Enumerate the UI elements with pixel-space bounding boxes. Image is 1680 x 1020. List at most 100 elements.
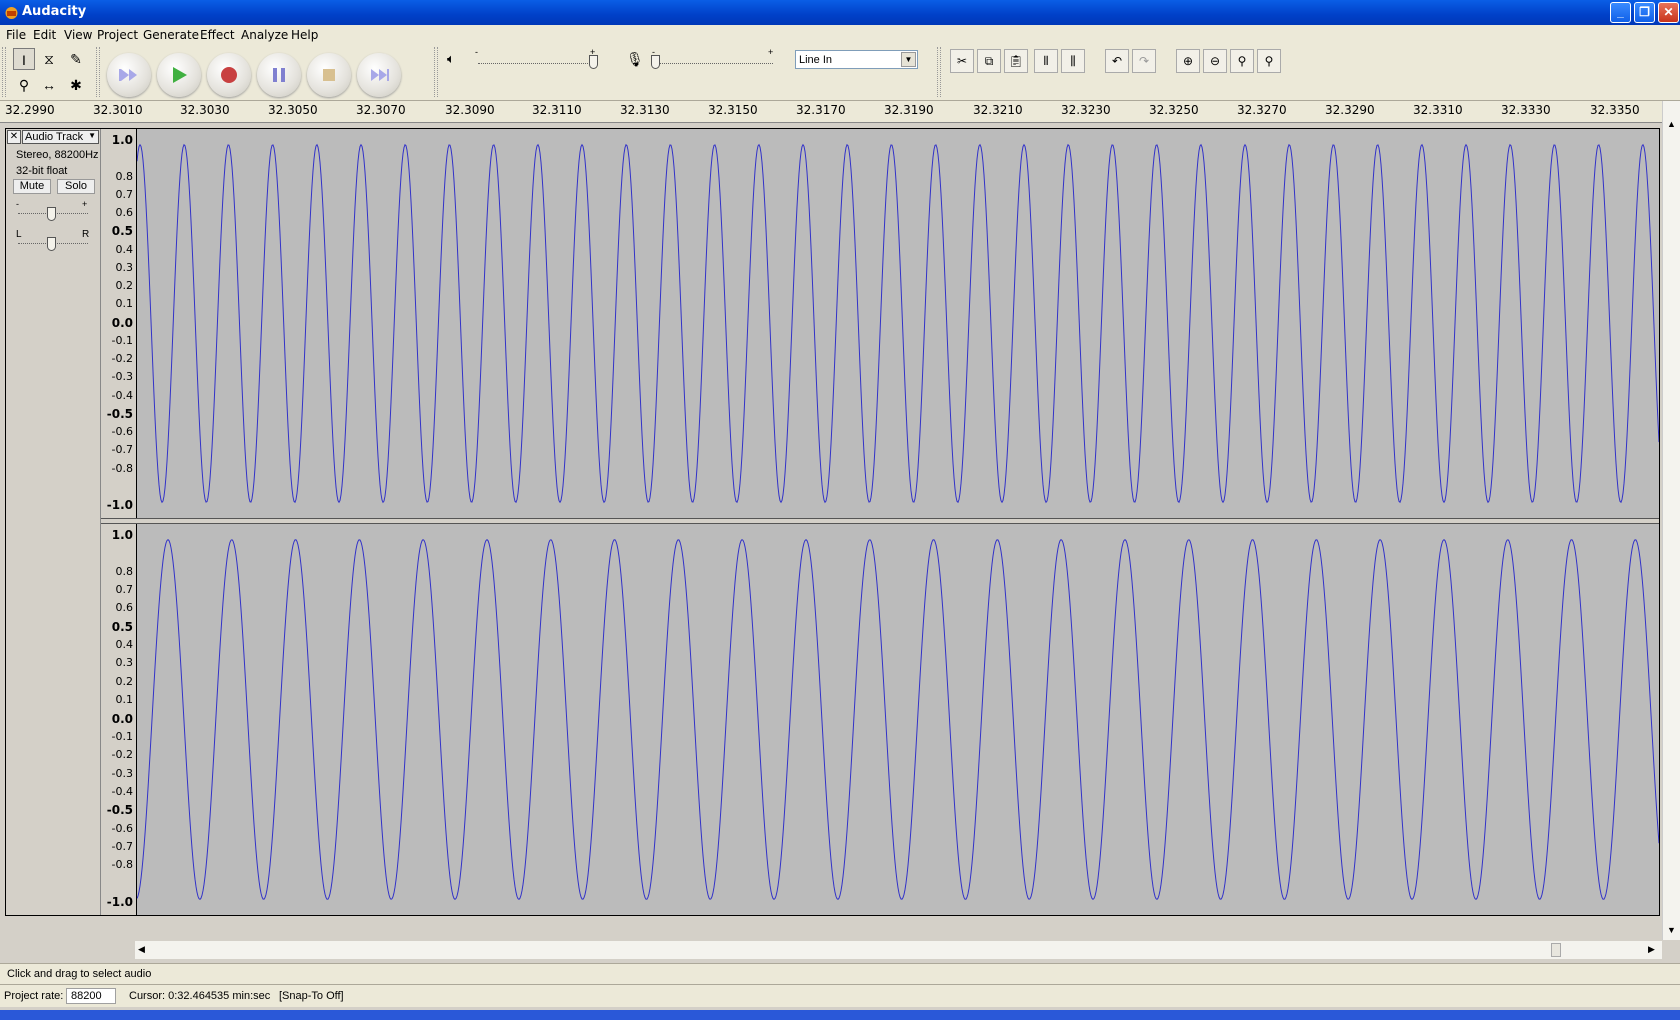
timeshift-tool[interactable]: ↔ (38, 74, 60, 96)
cut-button[interactable]: ✂ (950, 49, 974, 73)
channel-background (137, 524, 1659, 915)
scale-label: 0.6 (115, 601, 134, 615)
pan-thumb[interactable] (47, 237, 56, 251)
scale-label: 1.0 (111, 133, 133, 147)
scroll-up-icon[interactable]: ▲ (1667, 119, 1676, 129)
playback-volume-thumb[interactable] (589, 55, 598, 69)
window-title: Audacity (22, 4, 87, 19)
toolbar-grip[interactable] (434, 47, 438, 97)
scale-label: 0.5 (111, 224, 133, 239)
zoom-tool[interactable]: ⚲ (13, 74, 35, 96)
playback-volume-slider[interactable] (478, 63, 596, 64)
menu-project[interactable]: Project (97, 28, 138, 42)
menu-analyze[interactable]: Analyze (241, 28, 288, 42)
waveform-canvas[interactable] (137, 129, 1659, 915)
horizontal-scrollbar[interactable]: ◀ ▶ (0, 941, 1662, 959)
restore-icon: ❐ (1639, 5, 1650, 19)
menu-help[interactable]: Help (291, 28, 318, 42)
play-button[interactable] (157, 53, 201, 97)
recording-volume-slider[interactable] (655, 63, 773, 64)
envelope-tool[interactable]: ⧖ (38, 48, 60, 70)
gain-max: + (82, 199, 88, 209)
timeline-ruler[interactable]: 32.2990 32.3010 32.3030 32.3050 32.3070 … (0, 101, 1662, 123)
toolbar-grip[interactable] (937, 47, 941, 97)
pause-icon (273, 68, 285, 82)
title-bar[interactable]: Audacity _ ❐ ✕ (0, 0, 1680, 25)
menu-generate[interactable]: Generate (143, 28, 199, 42)
menu-file[interactable]: File (6, 28, 26, 42)
menu-edit[interactable]: Edit (33, 28, 56, 42)
solo-button[interactable]: Solo (57, 179, 95, 194)
mute-button[interactable]: Mute (13, 179, 51, 194)
toolbar: I ⧖ ✎ ⚲ ↔ ✱ 🔈︎ - + 🎙︎ - + Line In ▼ ✂ ⧉ … (0, 45, 1680, 101)
scale-label: -0.3 (111, 370, 133, 384)
scale-label: 0.8 (115, 169, 134, 183)
recording-volume-thumb[interactable] (651, 55, 660, 69)
menu-view[interactable]: View (64, 28, 92, 42)
stop-button[interactable] (307, 53, 351, 97)
fit-project-button[interactable]: ⚲ (1257, 49, 1281, 73)
chevron-down-icon: ▼ (88, 131, 96, 140)
ruler-tick: 32.3270 (1237, 103, 1287, 117)
track-control-panel: ✕ Audio Track ▼ Stereo, 88200Hz 32-bit f… (6, 129, 101, 915)
scale-label: 1.0 (111, 528, 133, 542)
redo-button[interactable]: ↷ (1132, 49, 1156, 73)
selection-tool[interactable]: I (13, 48, 35, 70)
paste-icon: 📋︎ (1008, 54, 1024, 68)
scale-label: 0.0 (111, 315, 133, 330)
scale-label: 0.0 (111, 711, 133, 726)
track-menu-button[interactable]: Audio Track ▼ (22, 130, 99, 144)
scroll-left-icon[interactable]: ◀ (138, 944, 145, 955)
record-icon (221, 67, 237, 83)
scale-label: 0.2 (115, 279, 134, 292)
undo-button[interactable]: ↶ (1105, 49, 1129, 73)
copy-icon: ⧉ (984, 54, 994, 68)
zoom-in-button[interactable]: ⊕ (1176, 49, 1200, 73)
chevron-down-icon[interactable]: ▼ (901, 52, 916, 67)
record-button[interactable] (207, 53, 251, 97)
channel-left-scale: 1.0 0.8 0.7 0.6 0.5 0.4 0.3 0.2 0.1 0.0 -0.1 -0.2 -0… (101, 129, 137, 518)
ruler-tick: 32.3150 (708, 103, 758, 117)
close-button[interactable]: ✕ (1658, 2, 1679, 23)
skip-to-end-button[interactable] (357, 53, 401, 97)
skip-to-start-button[interactable] (107, 53, 151, 97)
speaker-icon: 🔈︎ (447, 51, 455, 66)
paste-button[interactable]: 📋︎ (1004, 49, 1028, 73)
draw-tool[interactable]: ✎ (65, 48, 87, 70)
vertical-scrollbar[interactable]: ▲ ▼ (1662, 101, 1680, 940)
input-source-select[interactable]: Line In ▼ (795, 50, 918, 69)
toolbar-grip[interactable] (2, 47, 6, 97)
restore-button[interactable]: ❐ (1634, 2, 1655, 23)
ruler-tick: 32.3070 (356, 103, 406, 117)
ruler-tick: 32.3330 (1501, 103, 1551, 117)
fit-selection-button[interactable]: ⚲ (1230, 49, 1254, 73)
gain-thumb[interactable] (47, 207, 56, 221)
copy-button[interactable]: ⧉ (977, 49, 1001, 73)
skip-end-icon (371, 69, 389, 81)
double-arrow-icon: ↔ (42, 77, 56, 93)
ruler-tick: 32.3250 (1149, 103, 1199, 117)
zoom-out-button[interactable]: ⊖ (1203, 49, 1227, 73)
scale-label: -0.6 (111, 425, 133, 438)
ruler-tick: 32.2990 (5, 103, 55, 117)
ruler-tick: 32.3050 (268, 103, 318, 117)
cursor-readout: Cursor: 0:32.464535 min:sec (129, 990, 271, 1002)
silence-button[interactable]: ⫼ (1061, 49, 1085, 73)
minimize-button[interactable]: _ (1610, 2, 1631, 23)
trim-button[interactable]: ⫴ (1034, 49, 1058, 73)
pause-button[interactable] (257, 53, 301, 97)
menu-effect[interactable]: Effect (200, 28, 235, 42)
multi-tool[interactable]: ✱ (65, 74, 87, 96)
snap-status: [Snap-To Off] (279, 990, 344, 1002)
project-rate-label: Project rate: (4, 990, 64, 1002)
scroll-down-icon[interactable]: ▼ (1667, 925, 1676, 935)
track-close-button[interactable]: ✕ (7, 130, 21, 144)
scale-label: -0.3 (111, 766, 133, 780)
scissors-icon: ✂ (956, 54, 968, 68)
audacity-logo-icon (5, 7, 18, 19)
toolbar-grip[interactable] (96, 47, 100, 97)
scale-label: -0.2 (111, 352, 133, 365)
project-rate-field[interactable]: 88200 (66, 988, 116, 1004)
scroll-right-icon[interactable]: ▶ (1648, 944, 1655, 955)
scrollbar-thumb[interactable] (1551, 943, 1561, 957)
